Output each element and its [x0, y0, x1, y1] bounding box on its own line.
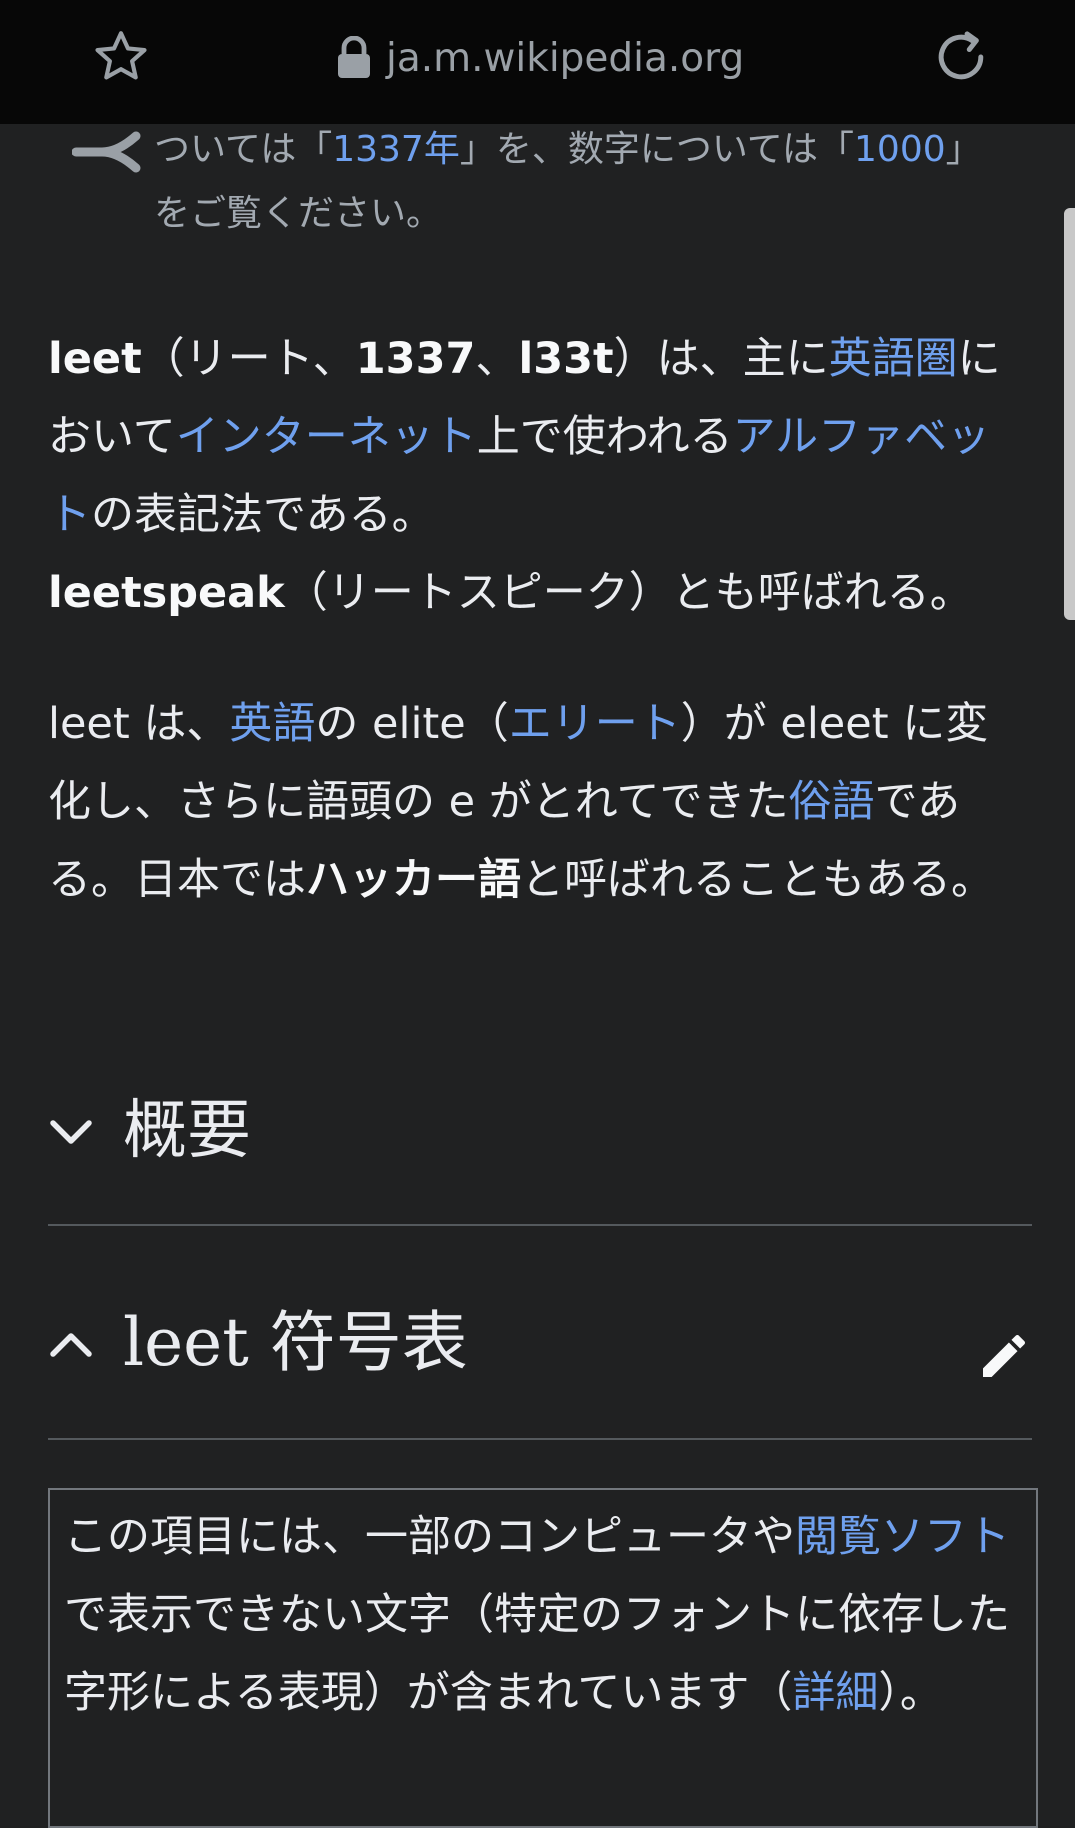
para2-text-2: の elite（ [315, 699, 509, 749]
hatnote-text-2: 」を、数字については「 [459, 129, 855, 170]
lock-icon [338, 36, 370, 78]
intro-text-2: 、 [475, 334, 519, 384]
star-icon[interactable] [90, 26, 152, 88]
address-bar[interactable]: ja.m.wikipedia.org [336, 30, 744, 86]
section-title-overview: 概要 [123, 1094, 251, 1168]
intro-text-6: の表記法である。 [91, 490, 435, 540]
intro-text-3: ）は、主に [613, 334, 829, 384]
link-browser-software[interactable]: 閲覧ソフト [795, 1512, 1010, 1562]
chevron-up-icon[interactable] [48, 1330, 94, 1360]
browser-toolbar: ja.m.wikipedia.org [0, 0, 1075, 124]
notice-text-3: ）。 [878, 1668, 943, 1718]
hatnote-text-3: 」 [945, 129, 982, 170]
section-leet-table[interactable]: leet 符号表 [48, 1304, 1032, 1440]
term-hacker-language: ハッカー語 [306, 855, 521, 905]
term-1337: 1337 [355, 334, 476, 384]
intro-text-7: （リートスピーク）とも呼ばれる。 [284, 568, 973, 618]
scrollbar[interactable] [1064, 208, 1075, 620]
hatnote-text-4: をご覧ください。 [154, 193, 443, 234]
para2-text-5: と呼ばれることもある。 [521, 855, 994, 905]
link-details[interactable]: 詳細 [792, 1668, 878, 1718]
link-1000[interactable]: 1000 [854, 129, 946, 170]
hatnote-text: ついては「1337年」を、数字については「1000」をご覧ください。 [154, 118, 1002, 246]
term-leet: leet [48, 334, 142, 384]
link-elite[interactable]: エリート [509, 699, 681, 749]
reload-icon[interactable] [928, 24, 994, 90]
term-leetspeak: leetspeak [48, 568, 285, 618]
etymology-paragraph: leet は、英語の elite（エリート）が eleet に変化し、さらに語頭… [48, 685, 1014, 919]
chevron-down-icon[interactable] [48, 1117, 94, 1147]
notice-text: この項目には、一部のコンピュータや閲覧ソフトで表示できない文字（特定のフォントに… [64, 1498, 1029, 1732]
notice-text-1: この項目には、一部のコンピュータや [64, 1512, 795, 1562]
intro-paragraph: leet（リート、1337、l33t）は、主に英語圏においてインターネット上で使… [48, 320, 1014, 632]
notice-box: この項目には、一部のコンピュータや閲覧ソフトで表示できない文字（特定のフォントに… [48, 1488, 1038, 1828]
link-1337[interactable]: 1337年 [332, 129, 460, 170]
url-text: ja.m.wikipedia.org [386, 35, 745, 81]
intro-text-5: 上で使われる [476, 412, 733, 462]
link-english[interactable]: 英語 [229, 699, 315, 749]
term-l33t: l33t [518, 334, 614, 384]
disambiguation-icon [72, 131, 141, 173]
link-slang[interactable]: 俗語 [789, 777, 875, 827]
link-internet[interactable]: インターネット [176, 412, 477, 462]
section-overview[interactable]: 概要 [48, 1090, 1032, 1226]
intro-text-1: （リート、 [141, 334, 356, 384]
para2-text-1: leet は、 [48, 699, 230, 749]
link-english-sphere[interactable]: 英語圏 [829, 334, 958, 384]
section-title-leet-table: leet 符号表 [123, 1304, 468, 1381]
hatnote: ついては「1337年」を、数字については「1000」をご覧ください。 [72, 118, 1002, 246]
pencil-edit-icon[interactable] [976, 1328, 1032, 1384]
hatnote-text-1: ついては「 [154, 129, 333, 170]
